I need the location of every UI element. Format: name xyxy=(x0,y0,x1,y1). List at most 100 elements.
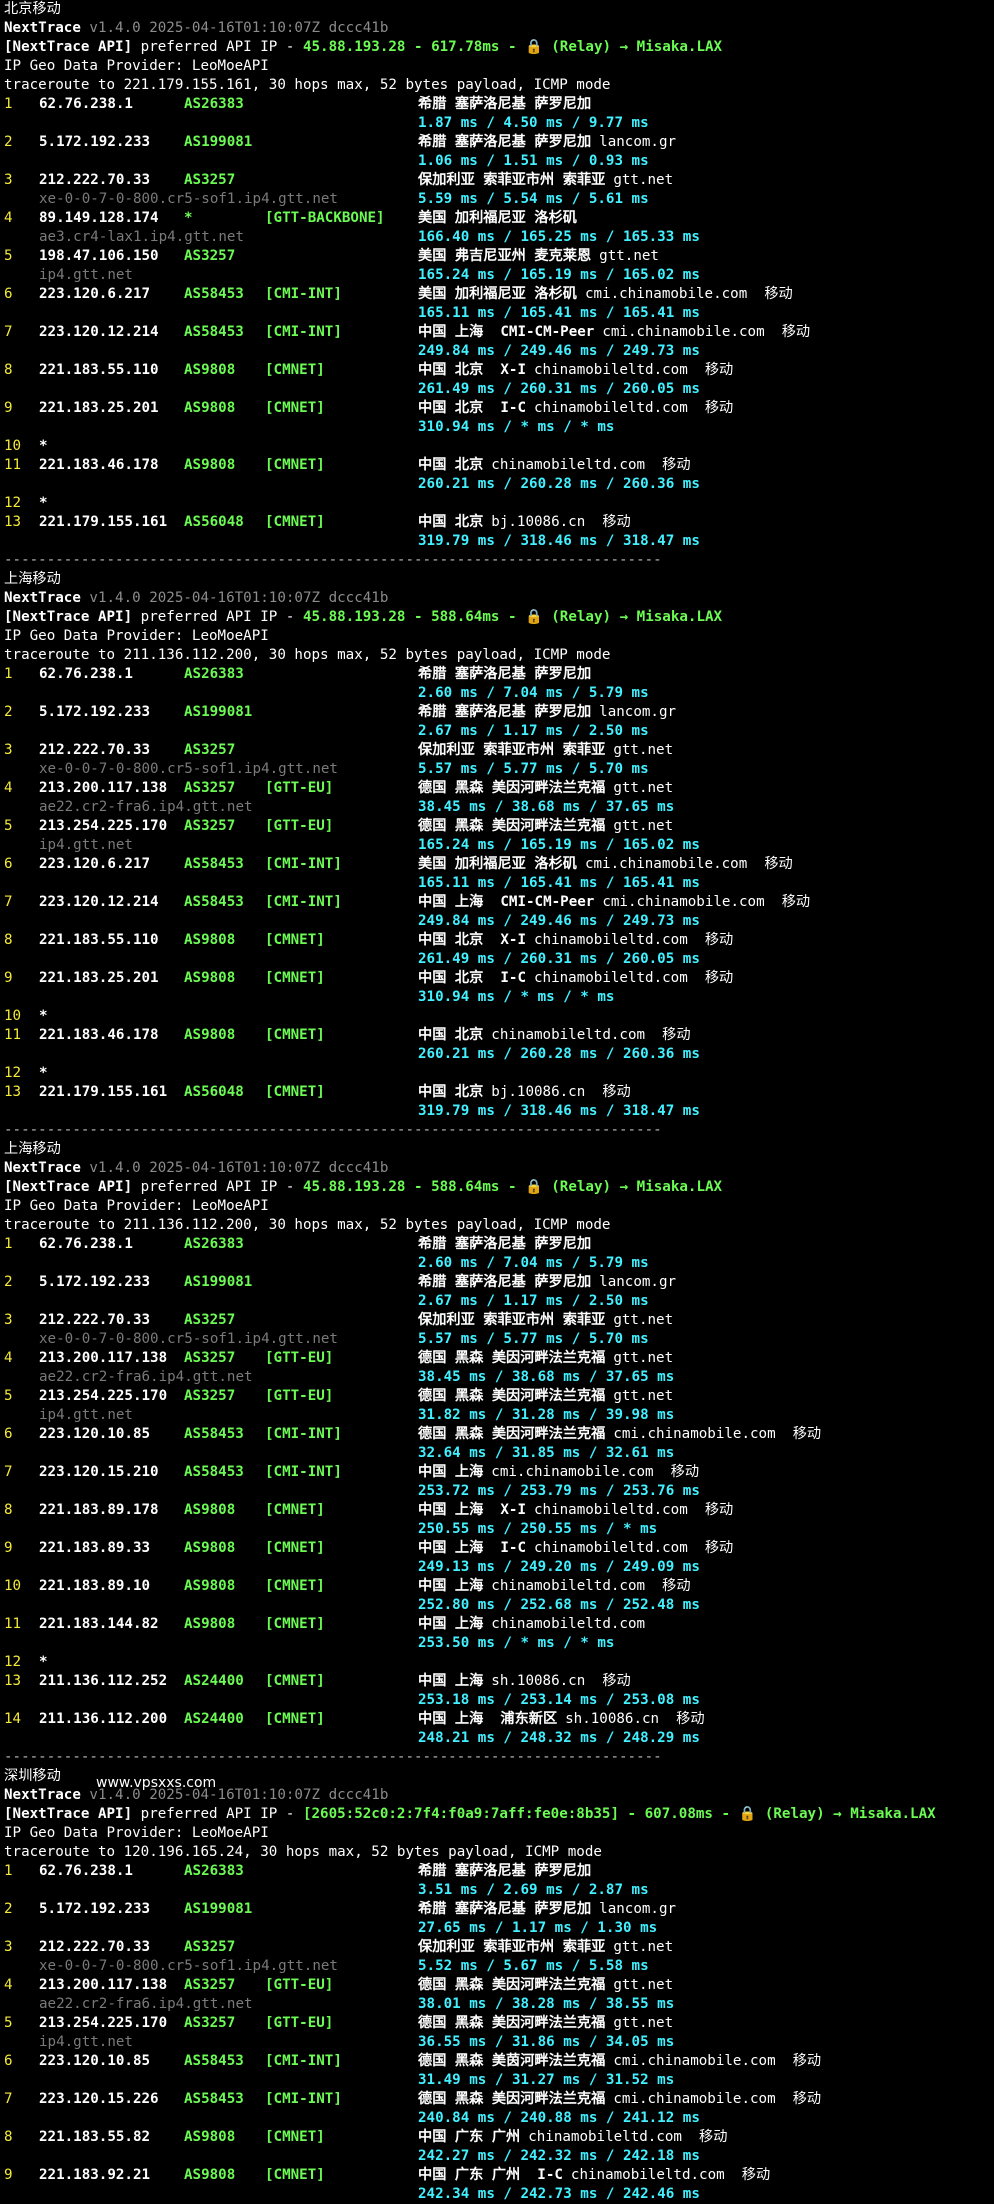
hop-detail-row: 240.84 ms / 240.88 ms / 241.12 ms xyxy=(0,2109,994,2128)
trace-section: 深圳移动 NextTrace v1.4.0 2025-04-16T01:10:07… xyxy=(0,1767,994,2204)
hop-tag: [CMNET] xyxy=(265,970,325,986)
hop-ip: 221.183.55.82 xyxy=(39,2129,151,2145)
geo-provider-line: IP Geo Data Provider: LeoMoeAPI xyxy=(4,1198,269,1214)
hop-tag: [CMNET] xyxy=(265,1616,325,1632)
hop-row: 5 213.254.225.170 AS3257 [GTT-EU] 德国 黑森 美因河畔… xyxy=(0,1387,994,1406)
hop-geo-text: 德国 黑森 美因河畔法兰克福 xyxy=(418,780,606,796)
hop-rtt: 31.82 ms / 31.28 ms / 39.98 ms xyxy=(418,1407,675,1423)
hop-geo: 德国 黑森 美因河畔法兰克福 gtt.net xyxy=(418,1976,673,1995)
hop-rtt: 165.11 ms / 165.41 ms / 165.41 ms xyxy=(418,875,700,891)
hop-number: 13 xyxy=(4,1084,22,1100)
hop-geo-text: 中国 上海 X-I xyxy=(418,1502,526,1518)
hop-ip: * xyxy=(39,1065,48,1081)
hop-row: 4 213.200.117.138 AS3257 [GTT-EU] 德国 黑森 美因河畔… xyxy=(0,1349,994,1368)
trace-section: 上海移动 NextTrace v1.4.0 2025-04-16T01:10:07… xyxy=(0,1140,994,1767)
hop-number: 12 xyxy=(4,1065,22,1081)
location-label: 北京移动 xyxy=(4,1,61,17)
hop-rtt: 253.50 ms / * ms / * ms xyxy=(418,1635,615,1651)
hop-number: 13 xyxy=(4,514,22,530)
hop-number: 10 xyxy=(4,438,22,454)
hop-detail-row: 250.55 ms / 250.55 ms / * ms xyxy=(0,1520,994,1539)
hop-number: 10 xyxy=(4,1008,22,1024)
hop-rtt: 32.64 ms / 31.85 ms / 32.61 ms xyxy=(418,1445,675,1461)
hop-geo: 德国 黑森 美因河畔法兰克福 gtt.net xyxy=(418,1349,673,1368)
hop-ip: * xyxy=(39,438,48,454)
hop-detail-row: ae22.cr2-fra6.ip4.gtt.net 38.45 ms / 38.6… xyxy=(0,798,994,817)
hop-row: 4 213.200.117.138 AS3257 [GTT-EU] 德国 黑森 美因河畔… xyxy=(0,779,994,798)
hop-detail-row: 242.34 ms / 242.73 ms / 242.46 ms xyxy=(0,2185,994,2204)
hop-row: 7 223.120.15.226 AS58453 [CMI-INT] 德国 黑森 美因河… xyxy=(0,2090,994,2109)
version-line: NextTrace v1.4.0 2025-04-16T01:10:07Z dc… xyxy=(0,19,994,38)
hop-row: 2 5.172.192.233 AS199081 希腊 塞萨洛尼基 萨罗尼加 lanco… xyxy=(0,703,994,722)
hop-row: 12 * xyxy=(0,494,994,513)
hop-detail-row: 27.65 ms / 1.17 ms / 1.30 ms xyxy=(0,1919,994,1938)
hop-number: 3 xyxy=(4,1939,13,1955)
hop-ip: 212.222.70.33 xyxy=(39,172,151,188)
hop-isp: gtt.net xyxy=(613,780,674,796)
hop-asn: AS26383 xyxy=(184,1863,244,1879)
hop-detail-row: 253.72 ms / 253.79 ms / 253.76 ms xyxy=(0,1482,994,1501)
hop-geo-text: 保加利亚 索菲亚市州 索菲亚 xyxy=(418,742,606,758)
hop-ip: 221.183.89.33 xyxy=(39,1540,151,1556)
app-name: NextTrace xyxy=(4,1160,81,1176)
api-latency: 607.08ms xyxy=(644,1806,713,1822)
hop-asn: AS9808 xyxy=(184,1578,236,1594)
hop-isp: sh.10086.cn 移动 xyxy=(565,1711,705,1727)
hop-ip: 5.172.192.233 xyxy=(39,134,151,150)
hop-asn: AS58453 xyxy=(184,856,244,872)
hop-isp: lancom.gr xyxy=(599,1274,677,1290)
hop-isp: gtt.net xyxy=(613,1939,674,1955)
hop-tag: [GTT-BACKBONE] xyxy=(265,210,385,226)
hop-domain: xe-0-0-7-0-800.cr5-sof1.ip4.gtt.net xyxy=(39,191,338,207)
hop-geo: 保加利亚 索菲亚市州 索菲亚 gtt.net xyxy=(418,171,673,190)
hop-tag: [GTT-EU] xyxy=(265,818,334,834)
hop-ip: 5.172.192.233 xyxy=(39,1901,151,1917)
hop-asn: AS9808 xyxy=(184,1502,236,1518)
hop-number: 8 xyxy=(4,362,13,378)
hop-row: 12 * xyxy=(0,1064,994,1083)
hop-detail-row: ae22.cr2-fra6.ip4.gtt.net 38.45 ms / 38.6… xyxy=(0,1368,994,1387)
hop-ip: 221.183.89.178 xyxy=(39,1502,159,1518)
api-latency: 588.64ms xyxy=(431,609,500,625)
hop-number: 14 xyxy=(4,1711,22,1727)
hop-number: 7 xyxy=(4,324,13,340)
hop-asn: AS9808 xyxy=(184,2167,236,2183)
api-line: [NextTrace API] preferred API IP - 45.88… xyxy=(0,1178,994,1197)
hop-isp: gtt.net xyxy=(613,2015,674,2031)
version-text: v1.4.0 2025-04-16T01:10:07Z dccc41b xyxy=(89,590,389,606)
hop-rtt: 249.13 ms / 249.20 ms / 249.09 ms xyxy=(418,1559,700,1575)
app-name: NextTrace xyxy=(4,1787,81,1803)
hop-tag: [CMNET] xyxy=(265,1673,325,1689)
hop-detail-row: 3.51 ms / 2.69 ms / 2.87 ms xyxy=(0,1881,994,1900)
hop-isp: cmi.chinamobile.com 移动 xyxy=(584,286,793,302)
hop-geo-text: 希腊 塞萨洛尼基 萨罗尼加 xyxy=(418,704,592,720)
hop-asn: AS58453 xyxy=(184,894,244,910)
hop-asn: AS9808 xyxy=(184,1616,236,1632)
hop-geo-text: 德国 黑森 美因河畔法兰克福 xyxy=(418,1426,606,1442)
hop-row: 1 62.76.238.1 AS26383 希腊 塞萨洛尼基 萨罗尼加 xyxy=(0,95,994,114)
hop-tag: [CMNET] xyxy=(265,400,325,416)
hop-geo: 保加利亚 索菲亚市州 索菲亚 gtt.net xyxy=(418,1311,673,1330)
api-line: [NextTrace API] preferred API IP - [2605… xyxy=(0,1805,994,1824)
hop-rtt: 253.72 ms / 253.79 ms / 253.76 ms xyxy=(418,1483,700,1499)
hop-isp: cmi.chinamobile.com 移动 xyxy=(491,1464,700,1480)
hop-row: 9 221.183.25.201 AS9808 [CMNET] 中国 北京 I-C chi… xyxy=(0,399,994,418)
hop-row: 9 221.183.25.201 AS9808 [CMNET] 中国 北京 I-C chi… xyxy=(0,969,994,988)
hop-number: 5 xyxy=(4,818,13,834)
hop-geo-text: 保加利亚 索菲亚市州 索菲亚 xyxy=(418,1312,606,1328)
hop-ip: 213.254.225.170 xyxy=(39,1388,168,1404)
hop-geo-text: 中国 北京 X-I xyxy=(418,362,526,378)
hop-detail-row: 2.60 ms / 7.04 ms / 5.79 ms xyxy=(0,684,994,703)
hop-domain: ip4.gtt.net xyxy=(39,267,133,283)
hop-number: 9 xyxy=(4,1540,13,1556)
hop-number: 12 xyxy=(4,1654,22,1670)
hop-geo-text: 德国 黑森 美因河畔法兰克福 xyxy=(418,1388,606,1404)
hop-geo: 希腊 塞萨洛尼基 萨罗尼加 lancom.gr xyxy=(418,1273,676,1292)
hop-number: 8 xyxy=(4,932,13,948)
watermark-text: www.vpsxxs.com xyxy=(96,1775,217,1791)
hop-row: 7 223.120.12.214 AS58453 [CMI-INT] 中国 上海 CMI… xyxy=(0,323,994,342)
hop-row: 8 221.183.55.110 AS9808 [CMNET] 中国 北京 X-I chi… xyxy=(0,931,994,950)
hop-number: 1 xyxy=(4,96,13,112)
hop-number: 6 xyxy=(4,286,13,302)
hop-number: 1 xyxy=(4,1863,13,1879)
